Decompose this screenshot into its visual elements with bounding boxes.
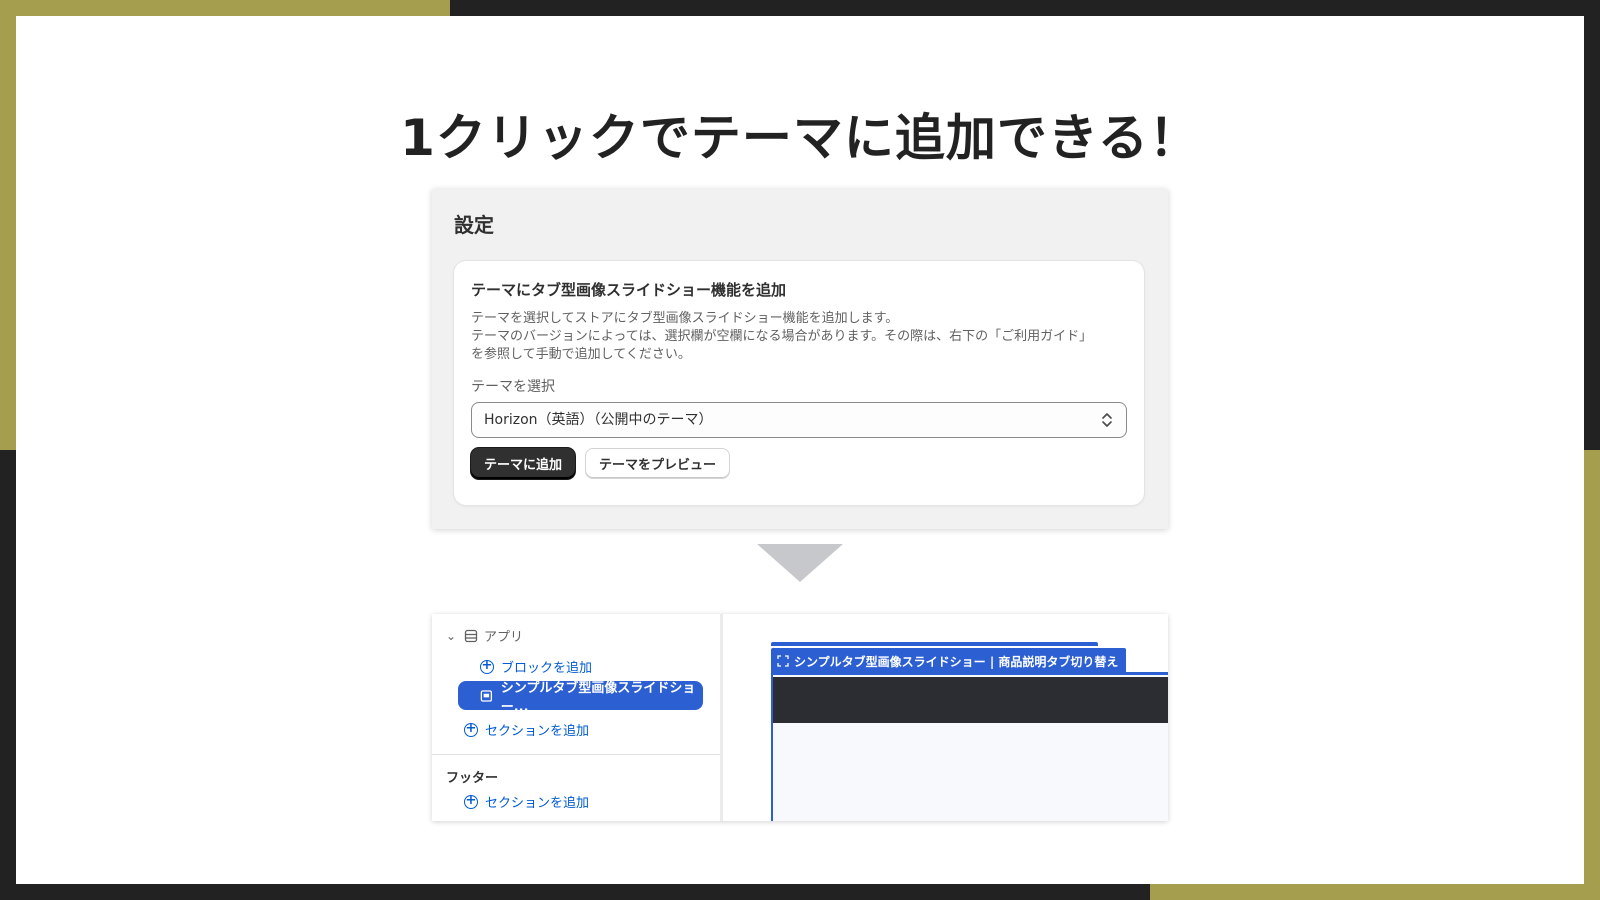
footer-add-section-label: セクションを追加: [485, 796, 590, 811]
settings-title: 設定: [454, 213, 494, 237]
settings-panel: 設定 テーマにタブ型画像スライドショー機能を追加 テーマを選択してストアにタブ型…: [432, 189, 1168, 529]
section-frame-icon: [777, 655, 789, 667]
theme-select-value: Horizon（英語）（公開中のテーマ）: [484, 412, 713, 428]
card-description-line: を参照して手動で追加してください。: [471, 347, 691, 362]
card-description-line: テーマのバージョンによっては、選択欄が空欄になる場合があります。その際は、右下の…: [471, 329, 1093, 344]
card-description: テーマを選択してストアにタブ型画像スライドショー機能を追加します。 テーマのバー…: [471, 310, 1127, 364]
tree-item-slideshow-block[interactable]: シンプルタブ型画像スライドショー...: [458, 681, 703, 715]
theme-select[interactable]: Horizon（英語）（公開中のテーマ）: [471, 402, 1127, 438]
app-block-icon: [464, 629, 478, 642]
add-block-label: ブロックを追加: [501, 661, 593, 676]
preview-dark-band: [773, 677, 1168, 723]
selector-icon: [1102, 413, 1112, 427]
down-arrow-icon: [757, 544, 843, 582]
preview-tag-label: シンプルタブ型画像スライドショー | 商品説明タブ切り替え: [794, 654, 1119, 669]
add-to-theme-button[interactable]: テーマに追加: [471, 448, 576, 479]
preview-pane: シンプルタブ型画像スライドショー | 商品説明タブ切り替え: [723, 614, 1168, 821]
slideshow-block-icon: [480, 689, 493, 702]
chevron-down-icon: ⌄: [446, 628, 457, 643]
preview-top-highlight: [771, 642, 1098, 646]
tree-group-label: アプリ: [484, 630, 524, 645]
section-tree: ⌄ アプリ + ブロックを追加 シンプルタブ型画像スライドショー... + セク…: [432, 614, 720, 821]
footer-add-section-link[interactable]: + セクションを追加: [464, 792, 589, 811]
tree-group-apps[interactable]: ⌄ アプリ: [446, 626, 524, 646]
preview-theme-button[interactable]: テーマをプレビュー: [585, 448, 731, 479]
add-to-theme-card: テーマにタブ型画像スライドショー機能を追加 テーマを選択してストアにタブ型画像ス…: [454, 261, 1144, 505]
headline: 1クリックでテーマに追加できる！: [400, 109, 1200, 167]
card-title: テーマにタブ型画像スライドショー機能を追加: [471, 281, 787, 299]
slide-canvas: 1クリックでテーマに追加できる！ 設定 テーマにタブ型画像スライドショー機能を追…: [16, 16, 1584, 884]
add-block-link[interactable]: + ブロックを追加: [480, 657, 592, 676]
tree-divider: [432, 754, 720, 755]
plus-circle-icon: +: [464, 792, 478, 809]
add-section-link[interactable]: + セクションを追加: [464, 720, 589, 739]
tree-item-label: シンプルタブ型画像スライドショー...: [500, 680, 696, 715]
button-row: テーマに追加 テーマをプレビュー: [471, 448, 1127, 479]
preview-block-tag: シンプルタブ型画像スライドショー | 商品説明タブ切り替え: [771, 648, 1127, 674]
add-section-label: セクションを追加: [485, 724, 590, 739]
footer-group-label: フッター: [446, 771, 499, 786]
card-description-line: テーマを選択してストアにタブ型画像スライドショー機能を追加します。: [471, 311, 899, 326]
theme-editor-screenshot: ⌄ アプリ + ブロックを追加 シンプルタブ型画像スライドショー... + セク…: [432, 614, 1168, 821]
theme-select-label: テーマを選択: [471, 379, 555, 395]
plus-circle-icon: +: [464, 720, 478, 737]
plus-circle-icon: +: [480, 657, 494, 674]
